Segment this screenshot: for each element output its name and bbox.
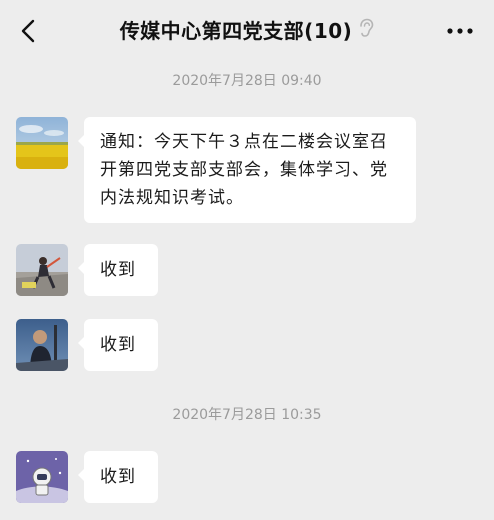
message-bubble[interactable]: 收到 [78,319,158,371]
person-portrait-avatar [16,319,68,371]
chat-title: 传媒中心第四党支部(10) [119,19,353,43]
message-bubble[interactable]: 收到 [78,244,158,296]
more-options-button[interactable] [444,20,476,42]
avatar[interactable] [16,117,68,169]
astronaut-cartoon-avatar [16,451,68,503]
ear-icon [358,16,374,46]
chat-title-area: 传媒中心第四党支部(10) [0,16,494,46]
timestamp: 2020年7月28日 10:35 [172,407,322,423]
avatar[interactable] [16,244,68,296]
avatar[interactable] [16,451,68,503]
timestamp: 2020年7月28日 09:40 [172,73,322,89]
avatar[interactable] [16,319,68,371]
more-dots-icon [447,28,473,34]
message-bubble[interactable]: 通知：今天下午３点在二楼会议室召开第四党支部支部会，集体学习、党内法规知识考试。 [78,117,416,223]
rapeseed-field-avatar [16,117,68,169]
chat-header: 传媒中心第四党支部(10) [0,0,494,62]
sports-photo-avatar [16,244,68,296]
message-bubble[interactable]: 收到 [78,451,158,503]
